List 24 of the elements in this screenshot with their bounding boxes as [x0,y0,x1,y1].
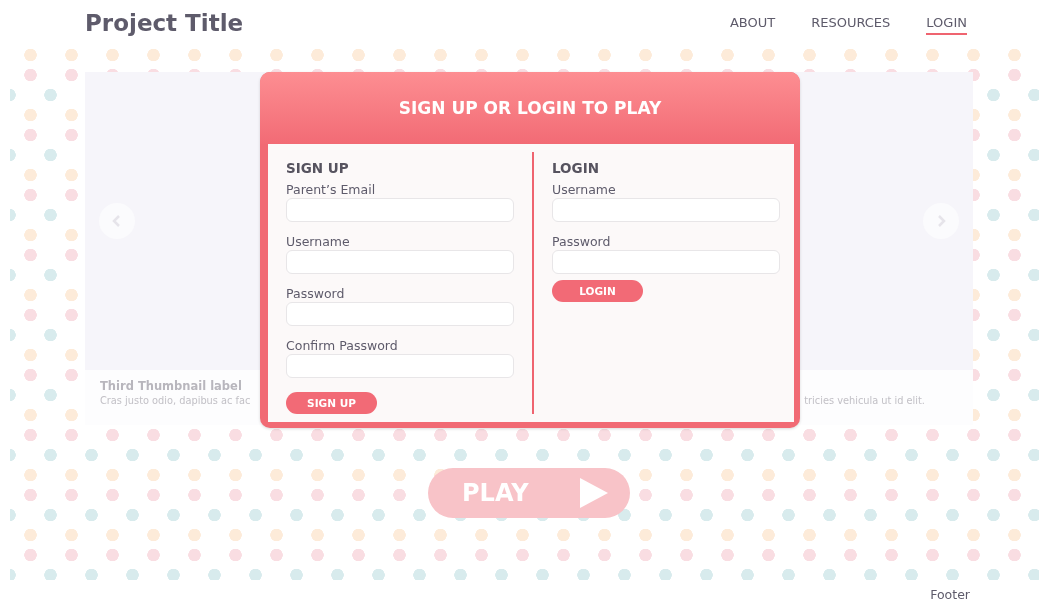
field-label: Username [552,182,617,197]
nav-link[interactable]: LOGIN [926,10,967,35]
field-label: Parent’s Email [286,182,377,197]
input-field[interactable] [286,198,514,222]
section-heading: LOGIN [552,160,600,176]
section-heading: SIGN UP [286,160,350,176]
nav-link[interactable]: RESOURCES [811,10,891,35]
nav-link[interactable]: ABOUT [729,10,776,35]
input-field[interactable] [286,302,514,326]
field-label: Confirm Password [286,338,399,353]
input-field[interactable] [552,198,780,222]
input-field[interactable] [286,250,514,274]
field-label: Password [286,286,346,301]
field-label: Username [286,234,351,249]
input-field[interactable] [552,250,780,274]
dialog-title: SIGN UP OR LOGIN TO PLAY [398,98,662,118]
caption-text: tricies vehicula ut id elit. [804,395,925,406]
caption-title: Third Thumbnail label [100,379,243,393]
input-field[interactable] [286,354,514,378]
play-icon [580,478,608,508]
footer-text: Footer [930,587,970,602]
caption-text: Cras justo odio, dapibus ac fac [100,395,251,406]
field-label: Password [552,234,612,249]
project-title: Project Title [85,9,245,36]
